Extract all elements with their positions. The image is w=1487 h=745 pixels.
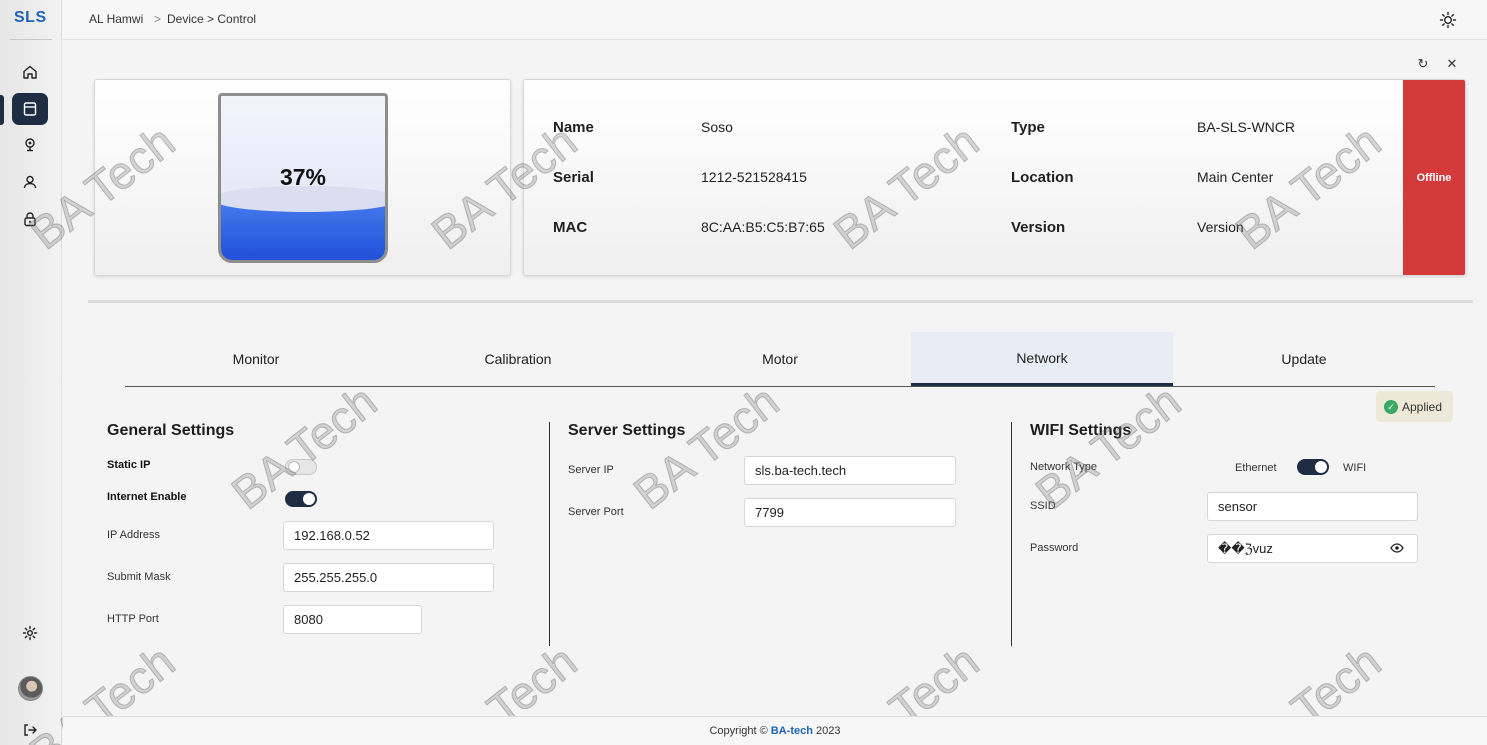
ssid-label: SSID bbox=[1030, 500, 1056, 512]
status-badge: Offline bbox=[1403, 80, 1465, 275]
eye-icon[interactable] bbox=[1390, 543, 1404, 553]
sidebar-item-users[interactable] bbox=[12, 166, 48, 198]
applied-badge: ✓ Applied bbox=[1376, 391, 1453, 422]
http-port-label: HTTP Port bbox=[107, 613, 159, 625]
device-info-card: Name Soso Serial 1212-521528415 MAC 8C:A… bbox=[523, 79, 1466, 276]
mac-value: 8C:AA:B5:C5:B7:65 bbox=[701, 219, 825, 235]
server-port-label: Server Port bbox=[568, 506, 624, 518]
tab-calibration[interactable]: Calibration bbox=[387, 332, 649, 386]
general-settings-title: General Settings bbox=[107, 422, 235, 439]
refresh-icon[interactable]: ↻ bbox=[1416, 57, 1430, 71]
footer: Copyright © BA-tech 2023 bbox=[63, 716, 1487, 745]
column-divider bbox=[1011, 422, 1012, 646]
version-label: Version bbox=[1011, 219, 1066, 236]
type-label: Type bbox=[1011, 119, 1045, 136]
sidebar-item-location[interactable] bbox=[12, 129, 48, 161]
subnet-mask-label: Submit Mask bbox=[107, 571, 171, 583]
ip-address-label: IP Address bbox=[107, 529, 160, 541]
gear-icon bbox=[22, 625, 38, 641]
location-pin-icon bbox=[25, 138, 35, 152]
logout-icon bbox=[24, 724, 37, 736]
tank-level-card: 37% bbox=[94, 79, 511, 276]
server-ip-label: Server IP bbox=[568, 464, 614, 476]
avatar[interactable] bbox=[18, 676, 43, 701]
wifi-label: WIFI bbox=[1343, 462, 1367, 474]
device-icon bbox=[23, 102, 37, 116]
location-label: Location bbox=[1011, 169, 1074, 186]
sidebar: SLS bbox=[0, 0, 62, 745]
section-divider bbox=[88, 300, 1473, 303]
home-icon bbox=[23, 65, 37, 79]
internet-enable-toggle[interactable] bbox=[285, 491, 317, 507]
column-divider bbox=[549, 422, 550, 646]
app-logo[interactable]: SLS bbox=[14, 9, 47, 27]
top-bar: AL Hamwi > Device > Control bbox=[63, 0, 1487, 40]
tank-level-percent: 37% bbox=[279, 164, 327, 190]
location-value: Main Center bbox=[1197, 169, 1274, 185]
static-ip-toggle[interactable] bbox=[285, 459, 317, 475]
internet-enable-label: Internet Enable bbox=[107, 491, 187, 503]
server-ip-input[interactable]: sls.ba-tech.tech bbox=[744, 456, 956, 485]
static-ip-label: Static IP bbox=[107, 459, 151, 471]
type-value: BA-SLS-WNCR bbox=[1197, 119, 1296, 135]
tank-gauge: 37% bbox=[218, 93, 388, 263]
theme-toggle-sun-icon[interactable] bbox=[1439, 11, 1457, 29]
tab-bar: Monitor Calibration Motor Network Update bbox=[125, 332, 1435, 387]
server-settings-title: Server Settings bbox=[568, 422, 686, 439]
lock-icon bbox=[24, 212, 36, 227]
name-label: Name bbox=[553, 119, 594, 136]
wifi-settings-title: WIFI Settings bbox=[1030, 422, 1132, 439]
close-icon[interactable]: ✕ bbox=[1445, 57, 1459, 71]
tab-motor[interactable]: Motor bbox=[649, 332, 911, 386]
serial-value: 1212-521528415 bbox=[701, 169, 807, 185]
sidebar-item-home[interactable] bbox=[12, 56, 48, 88]
sidebar-item-settings[interactable] bbox=[12, 617, 48, 649]
mac-label: MAC bbox=[553, 219, 588, 236]
http-port-input[interactable]: 8080 bbox=[283, 605, 422, 634]
watermark: BA Tech bbox=[1025, 374, 1191, 520]
network-type-toggle[interactable] bbox=[1297, 459, 1329, 475]
server-port-input[interactable]: 7799 bbox=[744, 498, 956, 527]
network-type-label: Network Type bbox=[1030, 461, 1098, 473]
ip-address-input[interactable]: 192.168.0.52 bbox=[283, 521, 494, 550]
applied-label: Applied bbox=[1402, 399, 1443, 414]
password-input[interactable]: ��ℨvuz bbox=[1207, 534, 1418, 563]
breadcrumb-separator: > bbox=[154, 12, 162, 26]
ethernet-label: Ethernet bbox=[1235, 462, 1277, 474]
user-icon bbox=[23, 175, 37, 189]
check-icon: ✓ bbox=[1384, 399, 1398, 414]
sidebar-item-logout[interactable] bbox=[12, 714, 48, 745]
serial-label: Serial bbox=[553, 169, 594, 186]
tab-monitor[interactable]: Monitor bbox=[125, 332, 387, 386]
password-label: Password bbox=[1030, 542, 1079, 554]
breadcrumb-path[interactable]: Device > Control bbox=[167, 12, 256, 26]
copyright-year: 2023 bbox=[816, 725, 841, 737]
tab-update[interactable]: Update bbox=[1173, 332, 1435, 386]
tab-network[interactable]: Network bbox=[911, 332, 1173, 386]
version-value: Version bbox=[1197, 219, 1244, 235]
active-nav-marker bbox=[0, 95, 4, 125]
name-value: Soso bbox=[701, 119, 733, 135]
copyright-prefix: Copyright © bbox=[709, 725, 768, 737]
sidebar-item-security[interactable] bbox=[12, 203, 48, 235]
logo-divider bbox=[10, 39, 52, 40]
ssid-input[interactable]: sensor bbox=[1207, 492, 1418, 521]
subnet-mask-input[interactable]: 255.255.255.0 bbox=[283, 563, 494, 592]
sidebar-item-device[interactable] bbox=[12, 93, 48, 125]
breadcrumb-home[interactable]: AL Hamwi bbox=[89, 12, 143, 26]
footer-brand-link[interactable]: BA-tech bbox=[771, 725, 813, 737]
